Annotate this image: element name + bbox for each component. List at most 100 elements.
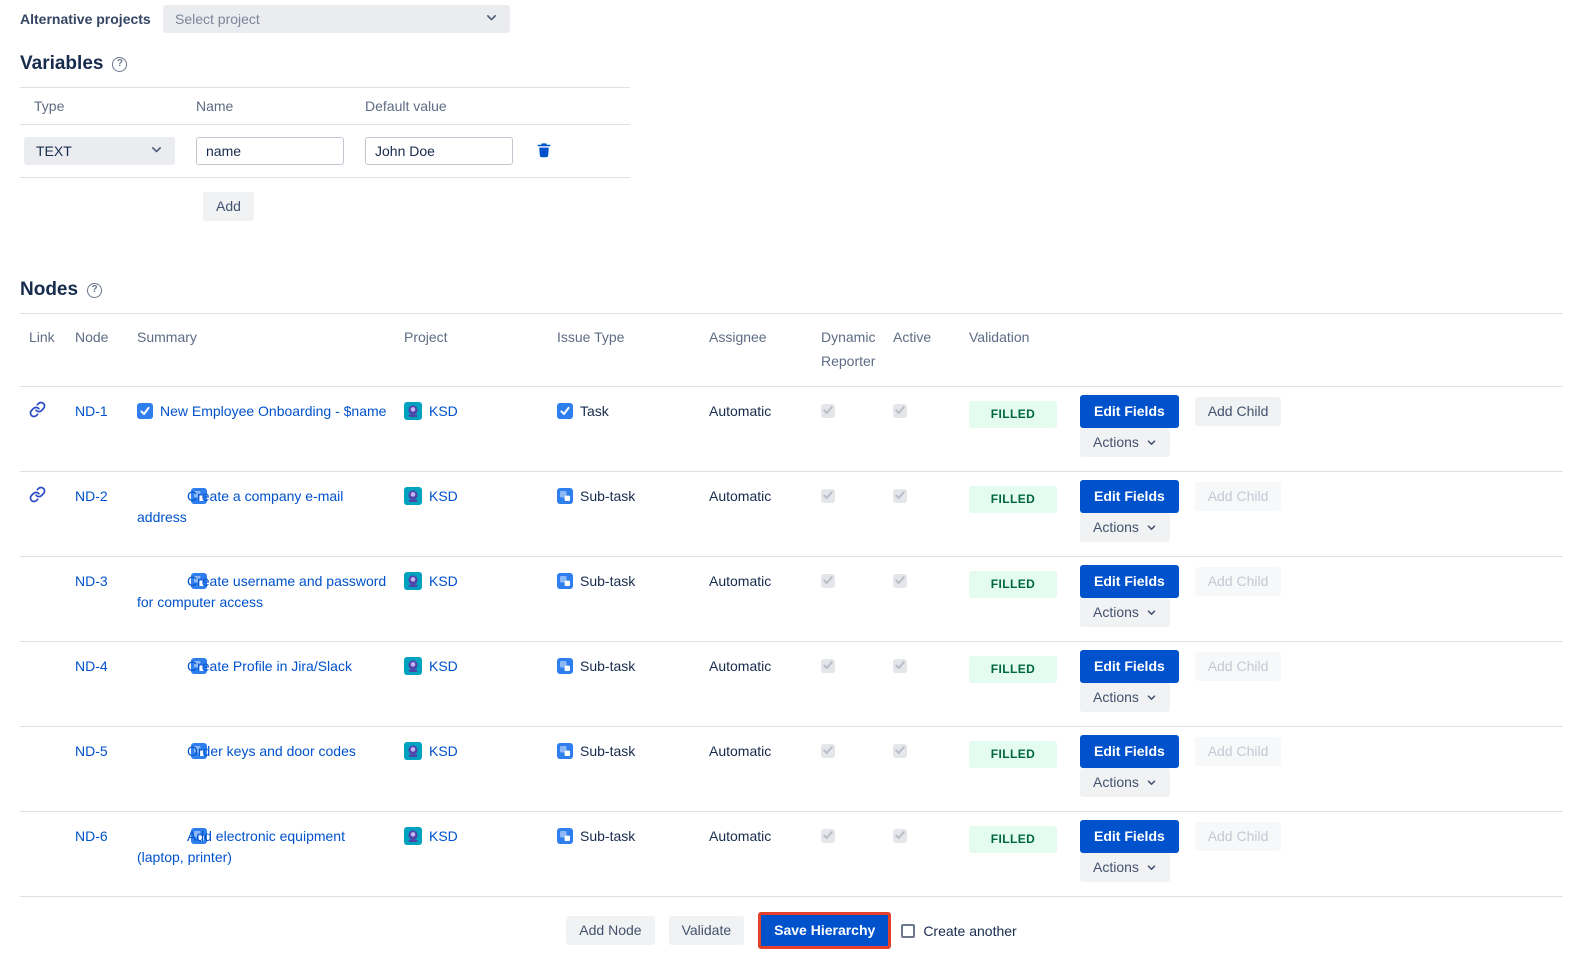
project-avatar-icon	[404, 487, 422, 505]
validation-badge: FILLED	[969, 486, 1057, 513]
help-icon[interactable]: ?	[87, 283, 102, 298]
column-header-default-value: Default value	[365, 98, 513, 114]
column-header-link: Link	[20, 314, 75, 387]
validate-button[interactable]: Validate	[669, 916, 745, 945]
project-link[interactable]: KSD	[429, 488, 458, 504]
issue-type-label: Sub-task	[580, 743, 635, 759]
node-id-link[interactable]: ND-4	[75, 658, 108, 674]
variable-type-value: TEXT	[36, 143, 72, 159]
subtask-icon	[557, 573, 573, 589]
actions-button[interactable]: Actions	[1080, 683, 1170, 712]
edit-fields-button[interactable]: Edit Fields	[1080, 735, 1179, 768]
edit-fields-button[interactable]: Edit Fields	[1080, 820, 1179, 853]
chevron-down-icon	[1139, 604, 1157, 620]
validation-badge: FILLED	[969, 401, 1057, 428]
variables-table: Type Name Default value TEXT Add	[20, 87, 630, 235]
column-header-dynamic-reporter: Dynamic Reporter	[821, 314, 893, 387]
edit-fields-button[interactable]: Edit Fields	[1080, 395, 1179, 428]
subtask-icon	[164, 658, 180, 674]
column-header-name: Name	[196, 98, 365, 114]
link-icon[interactable]	[29, 405, 46, 421]
add-child-button: Add Child	[1195, 567, 1282, 596]
edit-fields-button[interactable]: Edit Fields	[1080, 565, 1179, 598]
alternative-projects-field: Alternative projects Select project	[20, 5, 1563, 33]
project-avatar-icon	[404, 657, 422, 675]
validation-badge: FILLED	[969, 571, 1057, 598]
add-node-button[interactable]: Add Node	[566, 916, 654, 945]
add-child-button: Add Child	[1195, 482, 1282, 511]
alternative-projects-select-value: Select project	[175, 11, 260, 27]
project-avatar-icon	[404, 742, 422, 760]
table-row: ND-6 Add electronic equipment (laptop, p…	[20, 812, 1563, 897]
project-link[interactable]: KSD	[429, 403, 458, 419]
link-icon[interactable]	[29, 490, 46, 506]
subtask-icon	[557, 743, 573, 759]
column-header-type: Type	[20, 98, 196, 114]
project-link[interactable]: KSD	[429, 658, 458, 674]
help-icon[interactable]: ?	[112, 57, 127, 72]
node-id-link[interactable]: ND-5	[75, 743, 108, 759]
chevron-down-icon	[150, 143, 163, 159]
project-avatar-icon	[404, 402, 422, 420]
variable-type-select[interactable]: TEXT	[24, 137, 175, 165]
edit-fields-button[interactable]: Edit Fields	[1080, 650, 1179, 683]
actions-button[interactable]: Actions	[1080, 598, 1170, 627]
variables-title: Variables ?	[20, 53, 1563, 75]
active-checkbox	[893, 404, 907, 418]
delete-variable-button[interactable]	[534, 139, 554, 164]
actions-button[interactable]: Actions	[1080, 513, 1170, 542]
assignee-label: Automatic	[709, 828, 771, 844]
node-id-link[interactable]: ND-2	[75, 488, 108, 504]
dynamic-reporter-checkbox	[821, 574, 835, 588]
project-link[interactable]: KSD	[429, 573, 458, 589]
validation-badge: FILLED	[969, 826, 1057, 853]
active-checkbox	[893, 489, 907, 503]
active-checkbox	[893, 744, 907, 758]
project-link[interactable]: KSD	[429, 743, 458, 759]
edit-fields-button[interactable]: Edit Fields	[1080, 480, 1179, 513]
subtask-icon	[557, 658, 573, 674]
dynamic-reporter-checkbox	[821, 404, 835, 418]
add-child-button[interactable]: Add Child	[1195, 397, 1282, 426]
save-hierarchy-button[interactable]: Save Hierarchy	[758, 912, 891, 949]
summary-link[interactable]: Create Profile in Jira/Slack	[187, 658, 352, 674]
actions-button[interactable]: Actions	[1080, 768, 1170, 797]
variable-name-input[interactable]	[196, 137, 344, 165]
table-row: ND-1 New Employee Onboarding - $name KSD…	[20, 387, 1563, 472]
add-variable-button[interactable]: Add	[203, 192, 254, 221]
table-row: ND-4 Create Profile in Jira/Slack KSD Su…	[20, 642, 1563, 727]
active-checkbox	[893, 659, 907, 673]
project-link[interactable]: KSD	[429, 828, 458, 844]
create-another-checkbox[interactable]	[901, 924, 915, 938]
chevron-down-icon	[1139, 774, 1157, 790]
summary-link[interactable]: New Employee Onboarding - $name	[160, 403, 386, 419]
table-row: ND-3 Create username and password for co…	[20, 557, 1563, 642]
add-child-button: Add Child	[1195, 822, 1282, 851]
summary-link[interactable]: Order keys and door codes	[187, 743, 356, 759]
column-header-active: Active	[893, 314, 969, 387]
task-icon	[137, 403, 153, 419]
assignee-label: Automatic	[709, 573, 771, 589]
footer-actions: Add Node Validate Save Hierarchy Create …	[20, 897, 1563, 955]
active-checkbox	[893, 574, 907, 588]
alternative-projects-select[interactable]: Select project	[163, 5, 510, 33]
task-icon	[557, 403, 573, 419]
column-header-assignee: Assignee	[709, 314, 821, 387]
assignee-label: Automatic	[709, 658, 771, 674]
actions-button[interactable]: Actions	[1080, 428, 1170, 457]
node-id-link[interactable]: ND-6	[75, 828, 108, 844]
validation-badge: FILLED	[969, 656, 1057, 683]
variable-row: TEXT	[20, 125, 630, 178]
issue-type-label: Sub-task	[580, 828, 635, 844]
add-child-button: Add Child	[1195, 652, 1282, 681]
dynamic-reporter-checkbox	[821, 829, 835, 843]
column-header-summary: Summary	[137, 314, 404, 387]
alternative-projects-label: Alternative projects	[20, 11, 163, 27]
assignee-label: Automatic	[709, 403, 771, 419]
nodes-table: Link Node Summary Project Issue Type Ass…	[20, 313, 1563, 897]
node-id-link[interactable]: ND-1	[75, 403, 108, 419]
node-id-link[interactable]: ND-3	[75, 573, 108, 589]
variable-default-value-input[interactable]	[365, 137, 513, 165]
actions-button[interactable]: Actions	[1080, 853, 1170, 882]
subtask-icon	[164, 488, 180, 504]
